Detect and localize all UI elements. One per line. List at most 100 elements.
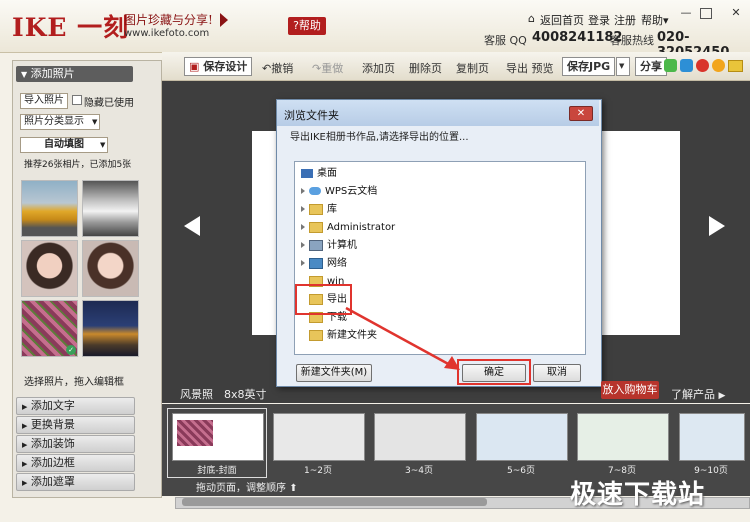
tree-item-label: 网络 [327, 258, 347, 269]
chevron-down-icon[interactable]: ▼ [100, 138, 110, 152]
redo-button[interactable]: ↷重做 [312, 60, 343, 76]
size-label: 8x8英寸 [224, 388, 267, 401]
photo-thumb-night-city[interactable] [82, 300, 139, 357]
tree-item-desktop[interactable]: 桌面 [301, 166, 337, 182]
undo-button[interactable]: ↶撤销 [262, 60, 293, 76]
wechat-icon[interactable] [664, 59, 677, 72]
export-preview-button[interactable]: 导出 预览 [506, 60, 554, 76]
tree-item-label: 桌面 [317, 168, 337, 179]
delete-page-button[interactable]: 删除页 [409, 60, 442, 76]
arrow-up-icon: ⬆ [289, 483, 298, 494]
add-border-label: 添加边框 [30, 456, 75, 469]
save-jpg-button[interactable]: 保存JPG [562, 57, 616, 76]
save-icon: ▣ [189, 60, 200, 73]
arrow-right-icon: ▶ [718, 391, 726, 401]
photo-thumb-portrait-1[interactable] [21, 240, 78, 297]
page-thumb-cover[interactable] [172, 413, 264, 461]
website-link[interactable]: www.ikefoto.com [124, 28, 209, 39]
expand-arrow-icon [301, 188, 305, 194]
help-button[interactable]: ?帮助 [288, 17, 326, 35]
save-design-button[interactable]: ▣ 保存设计 [184, 57, 253, 76]
scrollbar-thumb[interactable] [182, 498, 487, 506]
expand-icon: ▶ [22, 460, 28, 468]
undo-icon: ↶ [262, 62, 272, 75]
tree-item-network[interactable]: 网络 [301, 256, 347, 272]
import-photo-button[interactable]: 导入照片 [20, 93, 68, 109]
add-text-label: 添加文字 [30, 399, 75, 412]
maximize-icon[interactable] [700, 8, 712, 19]
add-to-cart-button[interactable]: 放入购物车 [601, 381, 659, 399]
expand-icon: ▶ [22, 441, 28, 449]
tree-item-label: 计算机 [327, 240, 357, 251]
folder-icon [309, 329, 323, 341]
add-decor-button[interactable]: ▶ 添加装饰 [16, 435, 135, 453]
tree-item-admin[interactable]: Administrator [301, 220, 395, 236]
app-logo[interactable]: IKE 一刻 [12, 8, 129, 44]
dialog-close-button[interactable]: ✕ [569, 106, 593, 121]
tree-item-computer[interactable]: 计算机 [301, 238, 357, 254]
home-link[interactable]: 返回首页 [540, 12, 584, 28]
help-menu[interactable]: 帮助▾ [641, 12, 669, 28]
prev-page-arrow-icon[interactable] [184, 216, 200, 236]
close-icon[interactable]: ✕ [728, 6, 744, 20]
change-bg-button[interactable]: ▶ 更换背景 [16, 416, 135, 434]
frame-label: 1~2页 [304, 466, 332, 476]
user-folder-icon [309, 221, 323, 233]
cloud-icon [309, 187, 321, 195]
photo-thumb-portrait-2[interactable] [82, 240, 139, 297]
photo-thumb-car-yellow[interactable] [21, 180, 78, 237]
style-label: 风景照 [180, 388, 213, 401]
chevron-down-icon[interactable]: ▼ [92, 115, 102, 129]
add-decor-label: 添加装饰 [30, 437, 75, 450]
share-button[interactable]: 分享 [635, 57, 667, 76]
mail-icon[interactable] [728, 60, 743, 72]
computer-icon [309, 239, 323, 251]
add-mask-button[interactable]: ▶ 添加遮罩 [16, 473, 135, 491]
add-border-button[interactable]: ▶ 添加边框 [16, 454, 135, 472]
drag-tip-label: 拖动页面，调整顺序 [196, 483, 286, 494]
annotation-arrow [345, 306, 460, 370]
desktop-icon [301, 168, 313, 178]
expand-icon: ▶ [22, 479, 28, 487]
weibo-icon[interactable] [696, 59, 709, 72]
check-icon: ✓ [66, 345, 76, 355]
add-text-button[interactable]: ▶ 添加文字 [16, 397, 135, 415]
qq-label: 客服 QQ [484, 34, 527, 47]
login-link[interactable]: 登录 [588, 12, 610, 28]
learn-more-link[interactable]: 了解产品 ▶ [671, 386, 725, 402]
tree-item-label: 库 [327, 204, 337, 215]
cover-photo [177, 420, 213, 446]
auto-fill-button[interactable]: 自动填图 [20, 137, 108, 153]
hide-used-checkbox[interactable] [72, 95, 82, 105]
add-photo-section[interactable]: ▼ 添加照片 [16, 66, 133, 82]
play-icon [220, 13, 228, 27]
minimize-icon[interactable]: — [678, 6, 694, 20]
expand-icon: ▶ [22, 422, 28, 430]
qzone-icon[interactable] [712, 59, 725, 72]
chevron-down-icon[interactable]: ▼ [616, 57, 630, 76]
page-thumb-3-4[interactable] [374, 413, 466, 461]
frame-label: 封底-封面 [197, 466, 237, 476]
page-thumb-5-6[interactable] [476, 413, 568, 461]
page-thumb-1-2[interactable] [273, 413, 365, 461]
tree-item-library[interactable]: 库 [301, 202, 337, 218]
cancel-button[interactable]: 取消 [533, 364, 581, 382]
add-page-button[interactable]: 添加页 [362, 60, 395, 76]
page-thumb-7-8[interactable] [577, 413, 669, 461]
sort-display-select[interactable]: 照片分类显示 [20, 114, 100, 130]
home-icon: ⌂ [528, 12, 535, 25]
collapse-icon: ▼ [21, 70, 28, 79]
photo-thumb-car-white[interactable] [82, 180, 139, 237]
library-icon [309, 203, 323, 215]
tree-item-wps[interactable]: WPS云文档 [301, 184, 377, 200]
copy-page-button[interactable]: 复制页 [456, 60, 489, 76]
hotline-label: 客服热线 [610, 34, 654, 47]
change-bg-label: 更换背景 [30, 418, 75, 431]
qq-number: 4008241182 [532, 30, 623, 45]
dialog-title: 浏览文件夹 [284, 109, 339, 122]
expand-icon: ▶ [22, 403, 28, 411]
next-page-arrow-icon[interactable] [709, 216, 725, 236]
page-thumb-9-10[interactable] [679, 413, 745, 461]
register-link[interactable]: 注册 [614, 12, 636, 28]
qq-icon[interactable] [680, 59, 693, 72]
